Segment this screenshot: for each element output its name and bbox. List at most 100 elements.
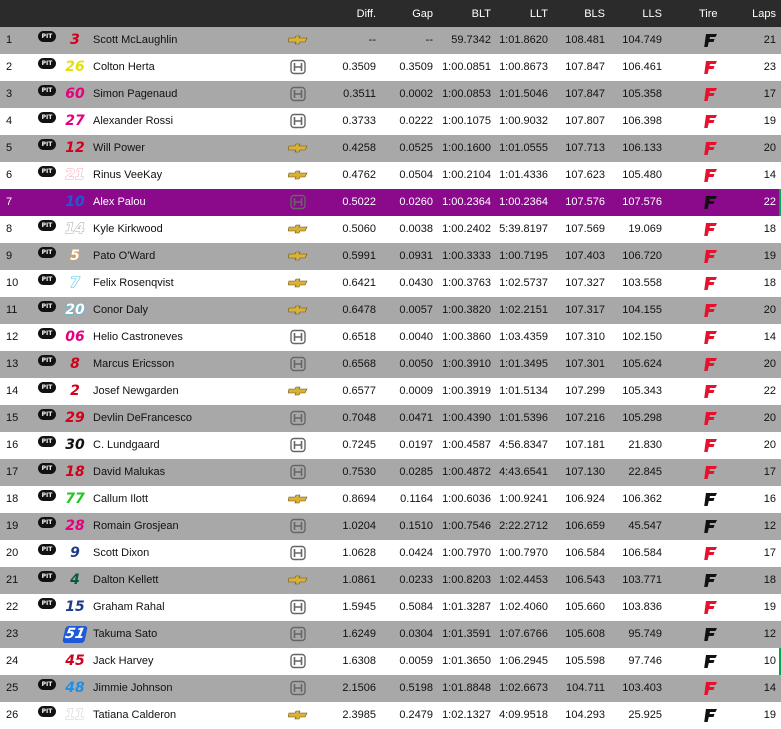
driver-name[interactable]: Jimmie Johnson (93, 682, 172, 694)
table-row[interactable]: 24 45 Jack Harvey 1.6308 0.0059 1:01.3650 1:06… (0, 648, 781, 675)
table-row[interactable]: 23 51 Takuma Sato 1.6249 0.0304 1:01.3591 1:07… (0, 621, 781, 648)
driver-name[interactable]: Helio Castroneves (93, 331, 183, 343)
col-header-gap[interactable]: Gap (412, 8, 433, 20)
table-header: Diff. Gap BLT LLT BLS LLS Tire Laps (0, 0, 781, 27)
table-row[interactable]: 26 PIT 11 Tatiana Calderon 2.3985 0.2479 1:02.… (0, 702, 781, 729)
col-header-laps[interactable]: Laps (752, 8, 776, 20)
best-lap-speed: 104.711 (566, 682, 605, 694)
col-header-blt[interactable]: BLT (472, 8, 491, 20)
last-lap-time: 1:01.5046 (499, 88, 548, 100)
driver-name[interactable]: Callum Ilott (93, 493, 148, 505)
table-row[interactable]: 20 PIT 9 Scott Dixon 1.0628 0.0424 1:00.7970 1:… (0, 540, 781, 567)
best-lap-time: 1:00.3333 (442, 250, 491, 262)
pit-badge: PIT (38, 112, 56, 123)
chevrolet-logo-icon (287, 491, 308, 507)
driver-name[interactable]: Alex Palou (93, 196, 146, 208)
driver-name[interactable]: Graham Rahal (93, 601, 165, 613)
gap-value: 0.0304 (399, 628, 433, 640)
position: 25 (6, 682, 19, 694)
car-number: 30 (65, 437, 85, 453)
driver-name[interactable]: Tatiana Calderon (93, 709, 176, 721)
chevrolet-logo-icon (287, 140, 308, 156)
driver-name[interactable]: Felix Rosenqvist (93, 277, 174, 289)
best-lap-speed: 107.403 (565, 250, 605, 262)
car-number: 26 (65, 59, 85, 75)
col-header-diff[interactable]: Diff. (357, 8, 376, 20)
driver-name[interactable]: Scott Dixon (93, 547, 149, 559)
driver-name[interactable]: Takuma Sato (93, 628, 157, 640)
car-number: 4 (70, 572, 80, 588)
last-lap-time: 1:03.4359 (499, 331, 548, 343)
table-row[interactable]: 8 PIT 14 Kyle Kirkwood 0.5060 0.0038 1:00.2402… (0, 216, 781, 243)
driver-name[interactable]: Pato O'Ward (93, 250, 155, 262)
best-lap-speed: 107.310 (565, 331, 605, 343)
alternate-tire-icon (703, 599, 719, 616)
table-row[interactable]: 7 10 Alex Palou 0.5022 0.0260 1:00.2364 1:00.2… (0, 189, 781, 216)
pit-badge: PIT (38, 85, 56, 96)
car-number: 5 (70, 248, 81, 265)
position: 8 (6, 223, 13, 235)
driver-name[interactable]: Marcus Ericsson (93, 358, 174, 370)
table-row[interactable]: 11 PIT 20 Conor Daly 0.6478 0.0057 1:00.3820 1:… (0, 297, 781, 324)
gap-value: 0.0285 (399, 466, 433, 478)
driver-name[interactable]: Josef Newgarden (93, 385, 179, 397)
driver-name[interactable]: Rinus VeeKay (93, 169, 162, 181)
driver-name[interactable]: Will Power (93, 142, 145, 154)
gap-value: 0.0009 (399, 385, 433, 397)
position: 18 (6, 493, 19, 505)
table-row[interactable]: 6 PIT 21 Rinus VeeKay 0.4762 0.0504 1:00.2104 1… (0, 162, 781, 189)
col-header-llt[interactable]: LLT (530, 8, 548, 20)
table-row[interactable]: 10 PIT 7 Felix Rosenqvist 0.6421 0.0430 1:00.3… (0, 270, 781, 297)
driver-name[interactable]: Colton Herta (93, 61, 155, 73)
table-row[interactable]: 5 PIT 12 Will Power 0.4258 0.0525 1:00.1600 1:0… (0, 135, 781, 162)
driver-name[interactable]: Simon Pagenaud (93, 88, 177, 100)
alternate-tire-icon (703, 86, 719, 103)
gap-value: 0.5084 (399, 601, 433, 613)
col-header-bls[interactable]: BLS (584, 8, 605, 20)
table-row[interactable]: 13 PIT 8 Marcus Ericsson 0.6568 0.0050 1:00.39… (0, 351, 781, 378)
last-lap-time: 1:02.2151 (499, 304, 548, 316)
last-lap-time: 1:02.4453 (499, 574, 548, 586)
driver-name[interactable]: Kyle Kirkwood (93, 223, 163, 235)
table-row[interactable]: 12 PIT 06 Helio Castroneves 0.6518 0.0040 1:00… (0, 324, 781, 351)
table-row[interactable]: 16 PIT 30 C. Lundgaard 0.7245 0.0197 1:00.4587… (0, 432, 781, 459)
col-header-tire[interactable]: Tire (699, 8, 718, 20)
driver-name[interactable]: David Malukas (93, 466, 165, 478)
table-row[interactable]: 4 PIT 27 Alexander Rossi 0.3733 0.0222 1:00.10… (0, 108, 781, 135)
driver-name[interactable]: Conor Daly (93, 304, 148, 316)
last-lap-speed: 21.830 (628, 439, 662, 451)
table-row[interactable]: 21 PIT 4 Dalton Kellett 1.0861 0.0233 1:00.820… (0, 567, 781, 594)
table-row[interactable]: 2 PIT 26 Colton Herta 0.3509 0.3509 1:00.0851 1… (0, 54, 781, 81)
driver-name[interactable]: Devlin DeFrancesco (93, 412, 192, 424)
table-row[interactable]: 15 PIT 29 Devlin DeFrancesco 0.7048 0.0471 1:0… (0, 405, 781, 432)
car-number: 06 (65, 329, 85, 345)
car-number: 51 (62, 626, 88, 643)
driver-name[interactable]: Scott McLaughlin (93, 34, 177, 46)
best-lap-speed: 106.584 (565, 547, 605, 559)
best-lap-speed: 107.807 (565, 115, 605, 127)
driver-name[interactable]: Dalton Kellett (93, 574, 158, 586)
driver-name[interactable]: Romain Grosjean (93, 520, 179, 532)
table-row[interactable]: 22 PIT 15 Graham Rahal 1.5945 0.5084 1:01.3287… (0, 594, 781, 621)
diff-value: 0.3733 (342, 115, 376, 127)
position: 2 (6, 61, 13, 73)
driver-name[interactable]: Alexander Rossi (93, 115, 173, 127)
laps-count: 10 (763, 655, 776, 667)
alternate-tire-icon (703, 545, 719, 562)
driver-name[interactable]: Jack Harvey (93, 655, 154, 667)
col-header-lls[interactable]: LLS (642, 8, 662, 20)
gap-value: 0.0222 (399, 115, 433, 127)
table-row[interactable]: 3 PIT 60 Simon Pagenaud 0.3511 0.0002 1:00.085… (0, 81, 781, 108)
table-row[interactable]: 18 PIT 77 Callum Ilott 0.8694 0.1164 1:00.6036… (0, 486, 781, 513)
table-row[interactable]: 25 PIT 48 Jimmie Johnson 2.1506 0.5198 1:01.88… (0, 675, 781, 702)
honda-logo-icon (288, 86, 308, 102)
car-number: 7 (70, 275, 81, 292)
last-lap-time: 1:06.2945 (499, 655, 548, 667)
table-row[interactable]: 17 PIT 18 David Malukas 0.7530 0.0285 1:00.487… (0, 459, 781, 486)
driver-name[interactable]: C. Lundgaard (93, 439, 160, 451)
table-row[interactable]: 1 PIT 3 Scott McLaughlin -- -- 59.7342 1:01.862… (0, 27, 781, 54)
table-row[interactable]: 9 PIT 5 Pato O'Ward 0.5991 0.0931 1:00.3333 1:0… (0, 243, 781, 270)
laps-count: 19 (763, 115, 776, 127)
table-row[interactable]: 19 PIT 28 Romain Grosjean 1.0204 0.1510 1:00.7… (0, 513, 781, 540)
table-row[interactable]: 14 PIT 2 Josef Newgarden 0.6577 0.0009 1:00.39… (0, 378, 781, 405)
